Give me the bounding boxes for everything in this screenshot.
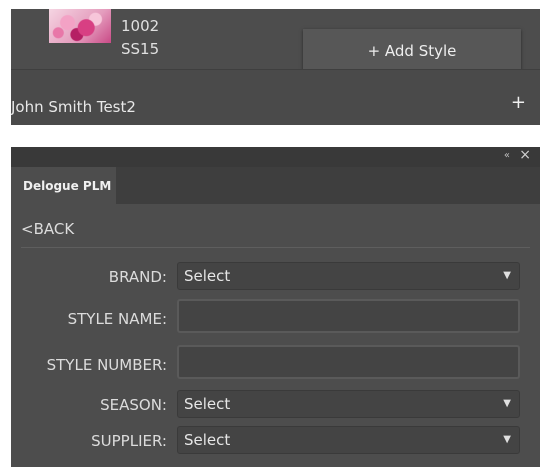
tab-delogue-plm[interactable]: Delogue PLM (11, 167, 116, 204)
collapse-icon[interactable]: « (504, 150, 510, 161)
style-number-label: STYLE NUMBER: (46, 356, 167, 374)
supplier-select[interactable]: Select ▼ (177, 426, 520, 454)
chevron-down-icon: ▼ (503, 398, 511, 409)
close-icon[interactable]: × (519, 147, 531, 163)
divider (21, 247, 530, 248)
season-select[interactable]: Select ▼ (177, 390, 520, 418)
add-style-button[interactable]: + Add Style (303, 29, 521, 72)
brand-label: BRAND: (108, 268, 167, 286)
plugin-window: « × Delogue PLM <BACK BRAND: Select ▼ ST… (11, 147, 540, 467)
style-list-panel: 1002 SS15 + Add Style John Smith Test2 + (11, 9, 540, 125)
style-name-input[interactable] (177, 299, 520, 333)
supplier-label: SUPPLIER: (91, 432, 167, 450)
style-thumbnail-image[interactable] (49, 9, 111, 43)
window-titlebar: « × (11, 147, 540, 167)
tab-strip: Delogue PLM (11, 167, 540, 204)
chevron-down-icon: ▼ (503, 270, 511, 281)
style-number-text: 1002 (121, 17, 160, 35)
brand-select-value: Select (184, 267, 231, 285)
season-select-value: Select (184, 395, 231, 413)
season-label: SEASON: (100, 396, 167, 414)
style-number-input[interactable] (177, 345, 520, 379)
user-add-icon[interactable]: + (511, 92, 526, 113)
style-season-text: SS15 (121, 40, 160, 58)
style-name-label: STYLE NAME: (67, 310, 167, 328)
brand-select[interactable]: Select ▼ (177, 262, 520, 290)
user-name-label: John Smith Test2 (11, 98, 136, 116)
user-row[interactable]: John Smith Test2 + (11, 70, 540, 125)
supplier-select-value: Select (184, 431, 231, 449)
chevron-down-icon: ▼ (503, 434, 511, 445)
back-link[interactable]: <BACK (21, 220, 74, 238)
